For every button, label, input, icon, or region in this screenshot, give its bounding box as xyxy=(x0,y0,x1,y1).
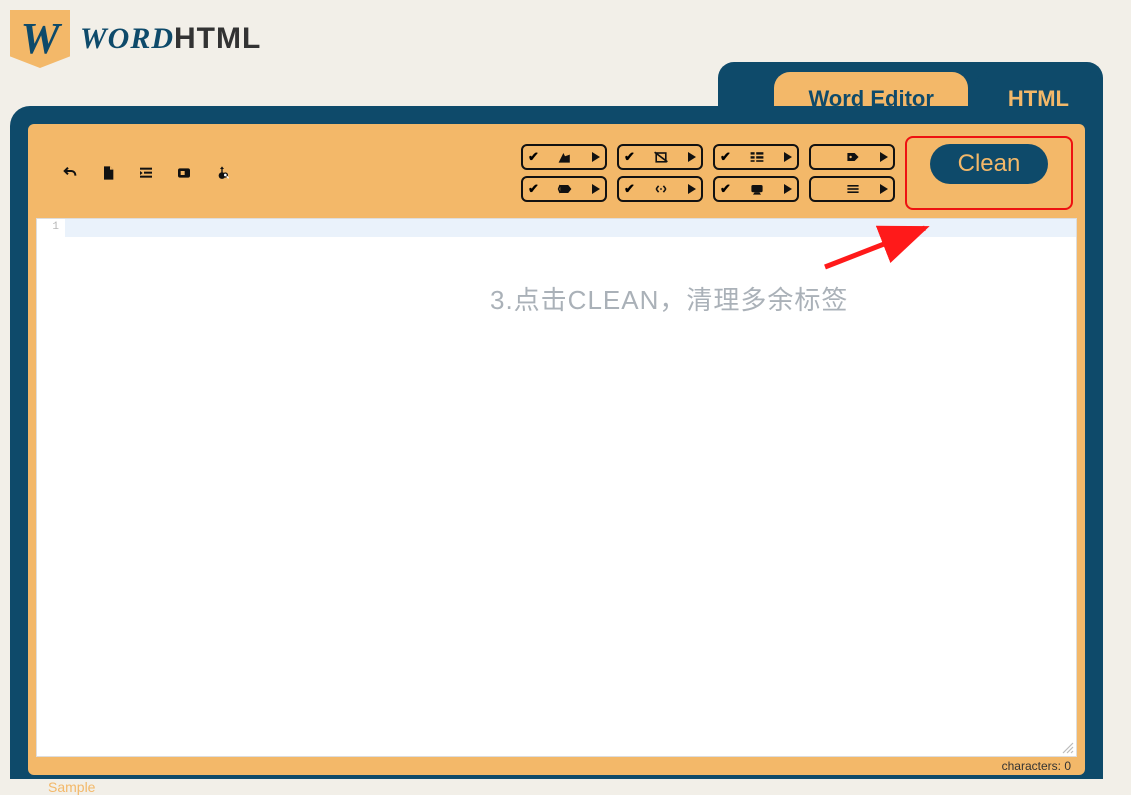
html-panel: ✔ ✔ ✔ xyxy=(10,106,1103,779)
undo-icon[interactable] xyxy=(58,161,82,185)
option-remove-spans[interactable]: ✔ xyxy=(521,176,607,202)
editor-panel: ✔ ✔ ✔ xyxy=(28,124,1085,775)
option-attributes[interactable] xyxy=(809,176,895,202)
clean-button[interactable]: Clean xyxy=(930,144,1049,184)
sample-link[interactable]: Sample xyxy=(28,775,1085,795)
clean-button-label: Clean xyxy=(958,150,1021,177)
clean-options-grid: ✔ ✔ ✔ xyxy=(521,144,895,202)
option-encoding[interactable]: ✔ xyxy=(713,176,799,202)
status-bar: characters: 0 xyxy=(36,757,1077,773)
code-body[interactable] xyxy=(65,219,1076,756)
brand-text: WORDHTML xyxy=(80,22,261,56)
line-number-1: 1 xyxy=(37,221,59,233)
resize-handle-icon[interactable] xyxy=(1060,740,1074,754)
logo-letter: W xyxy=(20,17,59,61)
brand-word: WORD xyxy=(80,22,174,56)
container-icon[interactable] xyxy=(172,161,196,185)
option-remove-empty[interactable]: ✔ xyxy=(713,144,799,170)
char-count: 0 xyxy=(1064,759,1071,773)
new-file-icon[interactable] xyxy=(96,161,120,185)
find-replace-icon[interactable] xyxy=(210,161,234,185)
clean-highlight-box: Clean xyxy=(905,136,1073,210)
option-remove-classes[interactable]: ✔ xyxy=(617,144,703,170)
line-gutter: 1 xyxy=(37,219,65,756)
option-inline-styles[interactable]: ✔ xyxy=(521,144,607,170)
char-label: characters: xyxy=(1002,759,1061,773)
indent-icon[interactable] xyxy=(134,161,158,185)
brand-html: HTML xyxy=(174,22,261,56)
toolbar: ✔ ✔ ✔ xyxy=(36,132,1077,218)
code-editor[interactable]: 1 xyxy=(36,218,1077,757)
option-remove-tags[interactable] xyxy=(809,144,895,170)
sample-link-label: Sample xyxy=(48,779,95,795)
option-remove-comments[interactable]: ✔ xyxy=(617,176,703,202)
logo-badge: W xyxy=(10,10,70,68)
